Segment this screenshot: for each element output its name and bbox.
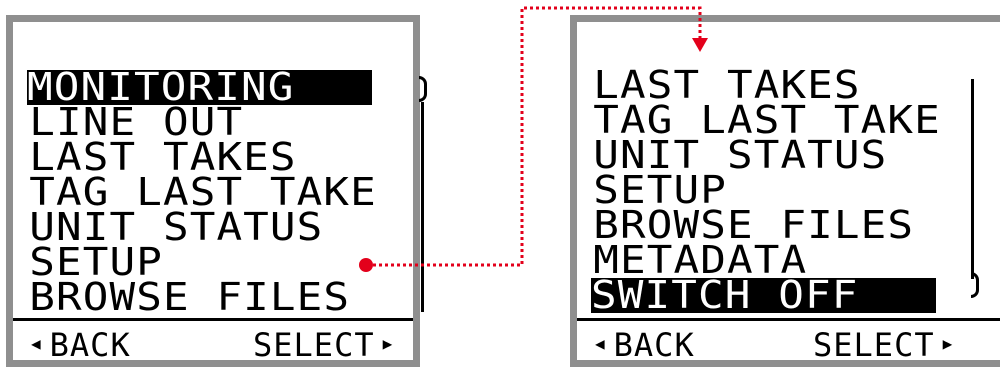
- scroll-position-marker: [971, 272, 979, 298]
- back-label: BACK: [49, 326, 131, 364]
- back-softkey[interactable]: ◀ BACK: [587, 325, 695, 367]
- left-menu-list: MONITORING LINE OUT LAST TAKES TAG LAST …: [27, 68, 376, 316]
- right-arrow-icon: ▶: [382, 334, 394, 353]
- softkey-divider: [577, 318, 1000, 321]
- right-menu-list: LAST TAKES TAG LAST TAKE UNIT STATUS SET…: [591, 66, 940, 314]
- scrollbar[interactable]: [421, 102, 424, 312]
- menu-item-browse-files[interactable]: BROWSE FILES: [27, 278, 413, 316]
- back-softkey[interactable]: ◀ BACK: [23, 325, 131, 367]
- left-arrow-icon: ◀: [31, 334, 42, 353]
- softkey-divider: [13, 318, 413, 321]
- select-label: SELECT: [253, 326, 375, 364]
- left-device-screen: MONITORING LINE OUT LAST TAKES TAG LAST …: [6, 15, 427, 367]
- select-label: SELECT: [813, 326, 935, 364]
- right-arrow-icon: ▶: [942, 334, 954, 353]
- right-device-screen: LAST TAKES TAG LAST TAKE UNIT STATUS SET…: [570, 15, 1000, 367]
- select-softkey[interactable]: SELECT ▶: [813, 325, 961, 367]
- back-label: BACK: [613, 326, 695, 364]
- left-arrow-icon: ◀: [595, 334, 606, 353]
- select-softkey[interactable]: SELECT ▶: [253, 325, 401, 367]
- scroll-position-marker: [419, 76, 427, 102]
- menu-item-switch-off[interactable]: SWITCH OFF: [591, 276, 936, 314]
- scrollbar[interactable]: [971, 79, 974, 279]
